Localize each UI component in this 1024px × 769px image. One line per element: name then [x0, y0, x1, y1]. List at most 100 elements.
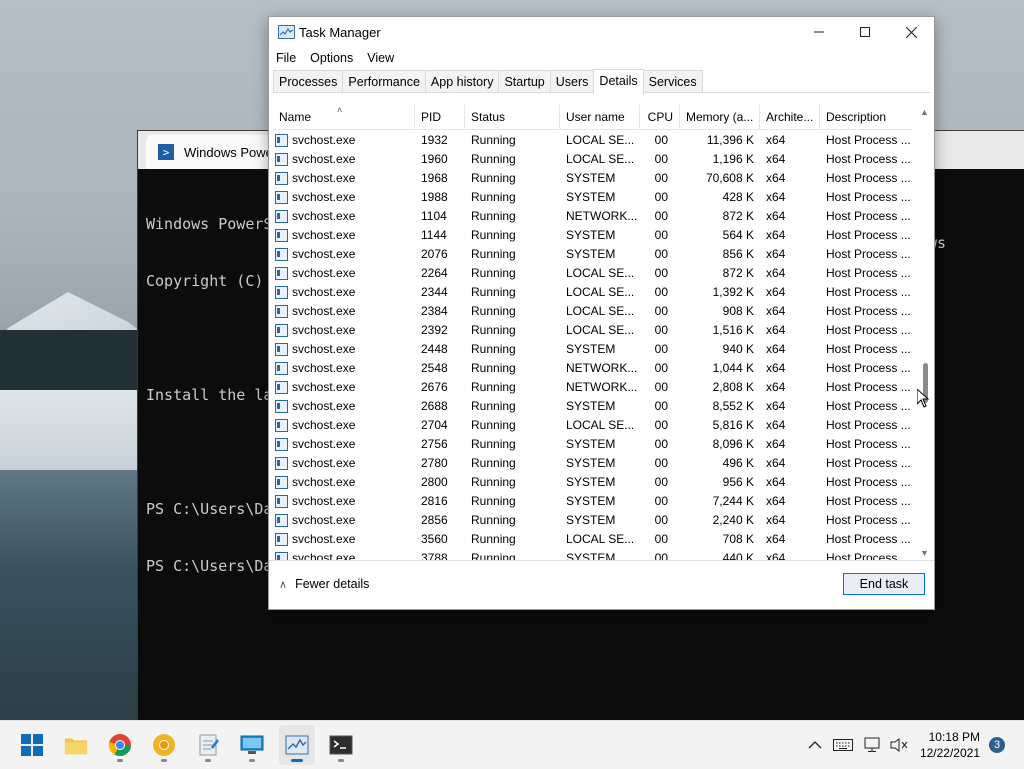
- process-cpu: 00: [654, 228, 668, 242]
- process-architecture: x64: [766, 266, 786, 280]
- table-row[interactable]: svchost.exe 2856 Running SYSTEM 00 2,240 K x64…: [273, 511, 913, 530]
- table-row[interactable]: svchost.exe 1988 Running SYSTEM 00 428 K x64 Ho…: [273, 188, 913, 207]
- table-row[interactable]: svchost.exe 2344 Running LOCAL SE... 00 1,392…: [273, 283, 913, 302]
- process-pid: 2076: [421, 247, 448, 261]
- task-manager-window[interactable]: Task Manager File Options View Processes…: [268, 16, 935, 610]
- process-status: Running: [471, 285, 516, 299]
- scroll-down-arrow-icon[interactable]: ▼: [920, 548, 929, 558]
- task-manager-titlebar[interactable]: Task Manager: [269, 17, 934, 47]
- tab-processes[interactable]: Processes: [273, 70, 344, 92]
- minimize-button[interactable]: [796, 17, 842, 47]
- terminal-icon[interactable]: [329, 733, 353, 757]
- table-row[interactable]: svchost.exe 2384 Running LOCAL SE... 00 908 K…: [273, 302, 913, 321]
- process-pid: 2704: [421, 418, 448, 432]
- process-name-label: svchost.exe: [292, 418, 356, 432]
- system-clock[interactable]: 10:18 PM 12/22/2021: [920, 729, 980, 761]
- close-button[interactable]: [888, 17, 934, 47]
- network-icon[interactable]: [861, 733, 885, 757]
- process-icon: [275, 438, 288, 451]
- table-row[interactable]: svchost.exe 1960 Running LOCAL SE... 00 1,196…: [273, 150, 913, 169]
- tab-details[interactable]: Details: [593, 69, 644, 94]
- process-pid: 3560: [421, 532, 448, 546]
- process-name: svchost.exe: [273, 435, 415, 454]
- notification-badge[interactable]: 3: [989, 737, 1005, 753]
- table-row[interactable]: svchost.exe 2448 Running SYSTEM 00 940 K x64 Ho…: [273, 340, 913, 359]
- chrome-icon[interactable]: [108, 733, 132, 757]
- tab-performance[interactable]: Performance: [342, 70, 426, 92]
- process-memory: 708 K: [722, 532, 754, 546]
- start-icon[interactable]: [20, 733, 44, 757]
- column-header-memory[interactable]: Memory (a...: [680, 105, 760, 129]
- table-row[interactable]: svchost.exe 2688 Running SYSTEM 00 8,552 K x64…: [273, 397, 913, 416]
- table-row[interactable]: svchost.exe 2756 Running SYSTEM 00 8,096 K x64…: [273, 435, 913, 454]
- process-user: SYSTEM: [566, 551, 616, 560]
- process-description: Host Process ...: [826, 152, 911, 166]
- table-row[interactable]: svchost.exe 2780 Running SYSTEM 00 496 K x64 Ho…: [273, 454, 913, 473]
- powershell-tab-label: Windows Power: [184, 144, 278, 160]
- notepad-icon[interactable]: [196, 733, 220, 757]
- process-name: svchost.exe: [273, 530, 415, 549]
- column-header-cpu[interactable]: CPU: [640, 105, 680, 129]
- keyboard-icon[interactable]: [831, 733, 855, 757]
- process-icon: [275, 400, 288, 413]
- scroll-up-arrow-icon[interactable]: ▲: [920, 107, 929, 117]
- table-row[interactable]: svchost.exe 2392 Running LOCAL SE... 00 1,516…: [273, 321, 913, 340]
- table-row[interactable]: svchost.exe 2676 Running NETWORK... 00 2,808 …: [273, 378, 913, 397]
- table-row[interactable]: svchost.exe 1932 Running LOCAL SE... 00 11,39…: [273, 131, 913, 150]
- chevron-up-icon: ∧: [279, 578, 288, 591]
- details-table[interactable]: ˄ Name PID Status User name CPU Memory (…: [273, 105, 931, 560]
- column-header-description[interactable]: Description: [820, 105, 913, 129]
- process-name: svchost.exe: [273, 473, 415, 492]
- process-description: Host Process ...: [826, 361, 911, 375]
- volume-muted-icon[interactable]: [887, 733, 911, 757]
- table-row[interactable]: svchost.exe 2076 Running SYSTEM 00 856 K x64 Ho…: [273, 245, 913, 264]
- process-status: Running: [471, 247, 516, 261]
- process-icon: [275, 172, 288, 185]
- task-manager-icon[interactable]: [285, 733, 309, 757]
- file-explorer-icon[interactable]: [64, 733, 88, 757]
- tab-users[interactable]: Users: [549, 70, 595, 92]
- running-indicator: [161, 759, 167, 762]
- table-row[interactable]: svchost.exe 2548 Running NETWORK... 00 1,044 …: [273, 359, 913, 378]
- vertical-scrollbar[interactable]: ▲ ▼: [917, 105, 934, 560]
- process-cpu: 00: [654, 342, 668, 356]
- column-header-label: Name: [279, 110, 312, 124]
- menu-file[interactable]: File: [269, 49, 303, 69]
- chevron-up-icon[interactable]: [803, 733, 827, 757]
- process-icon: [275, 362, 288, 375]
- column-header-status[interactable]: Status: [465, 105, 560, 129]
- process-pid: 1968: [421, 171, 448, 185]
- process-icon: [275, 267, 288, 280]
- process-description: Host Process ...: [826, 190, 911, 204]
- tab-startup[interactable]: Startup: [498, 70, 551, 92]
- tab-services[interactable]: Services: [642, 70, 703, 92]
- process-memory: 11,396 K: [706, 133, 754, 147]
- tab-app-history[interactable]: App history: [424, 70, 500, 92]
- table-row[interactable]: svchost.exe 1968 Running SYSTEM 00 70,608 K x6…: [273, 169, 913, 188]
- process-memory: 956 K: [722, 475, 754, 489]
- table-row[interactable]: svchost.exe 2800 Running SYSTEM 00 956 K x64 Ho…: [273, 473, 913, 492]
- table-row[interactable]: svchost.exe 2264 Running LOCAL SE... 00 872 K…: [273, 264, 913, 283]
- end-task-button[interactable]: End task: [843, 573, 925, 595]
- table-row[interactable]: svchost.exe 3788 Running SYSTEM 00 440 K x64 Ho…: [273, 549, 913, 560]
- process-status: Running: [471, 399, 516, 413]
- column-header-user-name[interactable]: User name: [560, 105, 640, 129]
- maximize-button[interactable]: [842, 17, 888, 47]
- process-pid: 2392: [421, 323, 448, 337]
- column-header-name[interactable]: ˄ Name: [273, 105, 415, 129]
- process-name-label: svchost.exe: [292, 513, 356, 527]
- menu-view[interactable]: View: [360, 49, 401, 69]
- table-row[interactable]: svchost.exe 1144 Running SYSTEM 00 564 K x64 Ho…: [273, 226, 913, 245]
- column-header-pid[interactable]: PID: [415, 105, 465, 129]
- process-status: Running: [471, 437, 516, 451]
- fewer-details-toggle[interactable]: ∧ Fewer details: [279, 577, 369, 591]
- remote-desktop-icon[interactable]: [240, 733, 264, 757]
- chrome-canary-icon[interactable]: [152, 733, 176, 757]
- table-row[interactable]: svchost.exe 3560 Running LOCAL SE... 00 708 K…: [273, 530, 913, 549]
- table-row[interactable]: svchost.exe 1104 Running NETWORK... 00 872 K x…: [273, 207, 913, 226]
- column-header-architecture[interactable]: Archite...: [760, 105, 820, 129]
- table-row[interactable]: svchost.exe 2816 Running SYSTEM 00 7,244 K x64…: [273, 492, 913, 511]
- process-architecture: x64: [766, 456, 786, 470]
- table-row[interactable]: svchost.exe 2704 Running LOCAL SE... 00 5,816…: [273, 416, 913, 435]
- menu-options[interactable]: Options: [303, 49, 360, 69]
